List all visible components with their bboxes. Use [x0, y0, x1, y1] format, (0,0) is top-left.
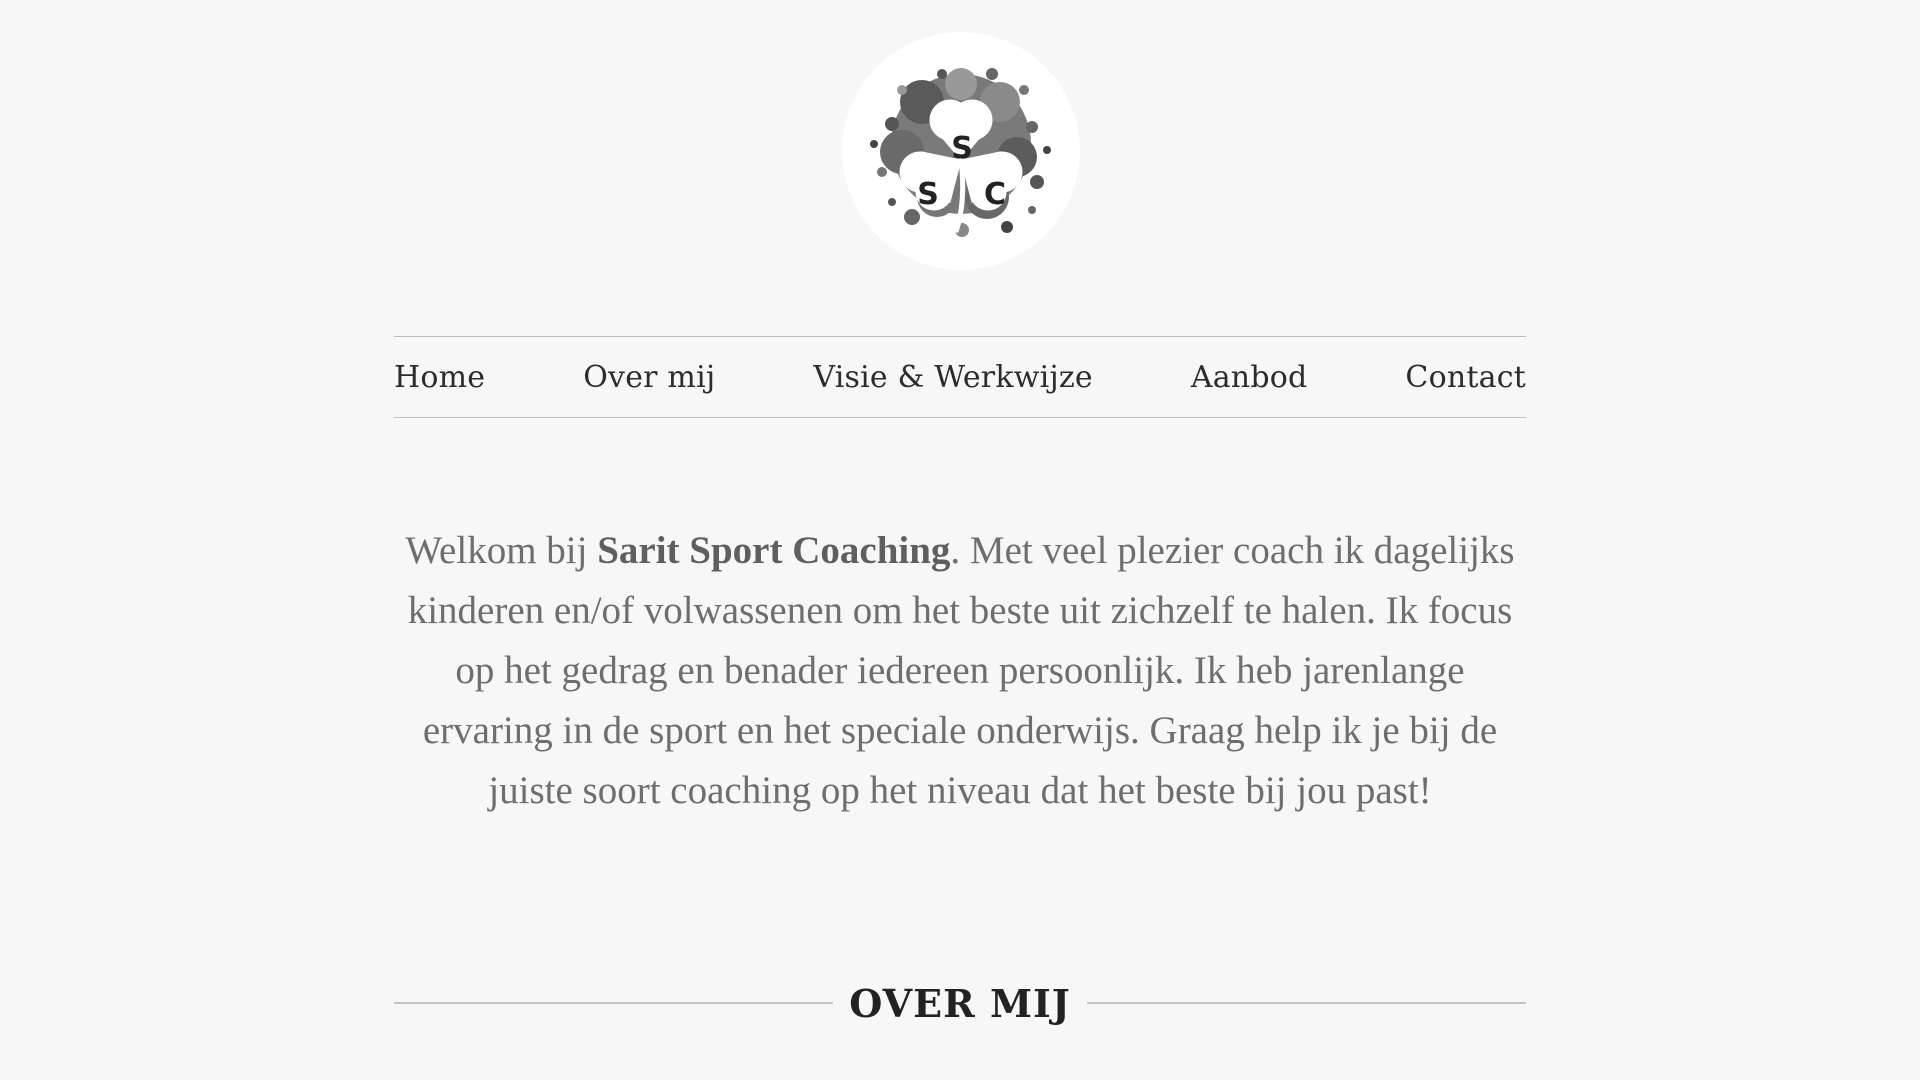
nav-item-visie-werkwijze[interactable]: Visie & Werkwijze — [813, 360, 1092, 395]
logo-letter-s-top: S — [951, 131, 973, 166]
shamrock-logo-icon: S S C — [870, 68, 1051, 237]
main-navigation: Home Over mij Visie & Werkwijze Aanbod C… — [394, 336, 1526, 418]
heading-divider-right — [1086, 1002, 1527, 1004]
page: S S C Home Over mij Visie & Werkwijze Aa… — [0, 0, 1920, 1080]
intro-paragraph: Welkom bij Sarit Sport Coaching. Met vee… — [394, 521, 1526, 821]
section-title: OVER MIJ — [849, 980, 1071, 1026]
section-heading-over-mij: OVER MIJ — [394, 975, 1527, 1031]
nav-item-over-mij[interactable]: Over mij — [583, 360, 715, 395]
logo-letter-c-right: C — [984, 177, 1006, 212]
heading-divider-left — [394, 1002, 834, 1004]
logo-letter-s-left: S — [917, 177, 939, 212]
intro-prefix: Welkom bij — [405, 529, 598, 572]
nav-item-aanbod[interactable]: Aanbod — [1191, 360, 1308, 395]
nav-item-contact[interactable]: Contact — [1405, 360, 1526, 395]
nav-item-home[interactable]: Home — [394, 360, 485, 395]
site-logo[interactable]: S S C — [842, 32, 1080, 270]
intro-brand-name: Sarit Sport Coaching — [597, 529, 951, 572]
